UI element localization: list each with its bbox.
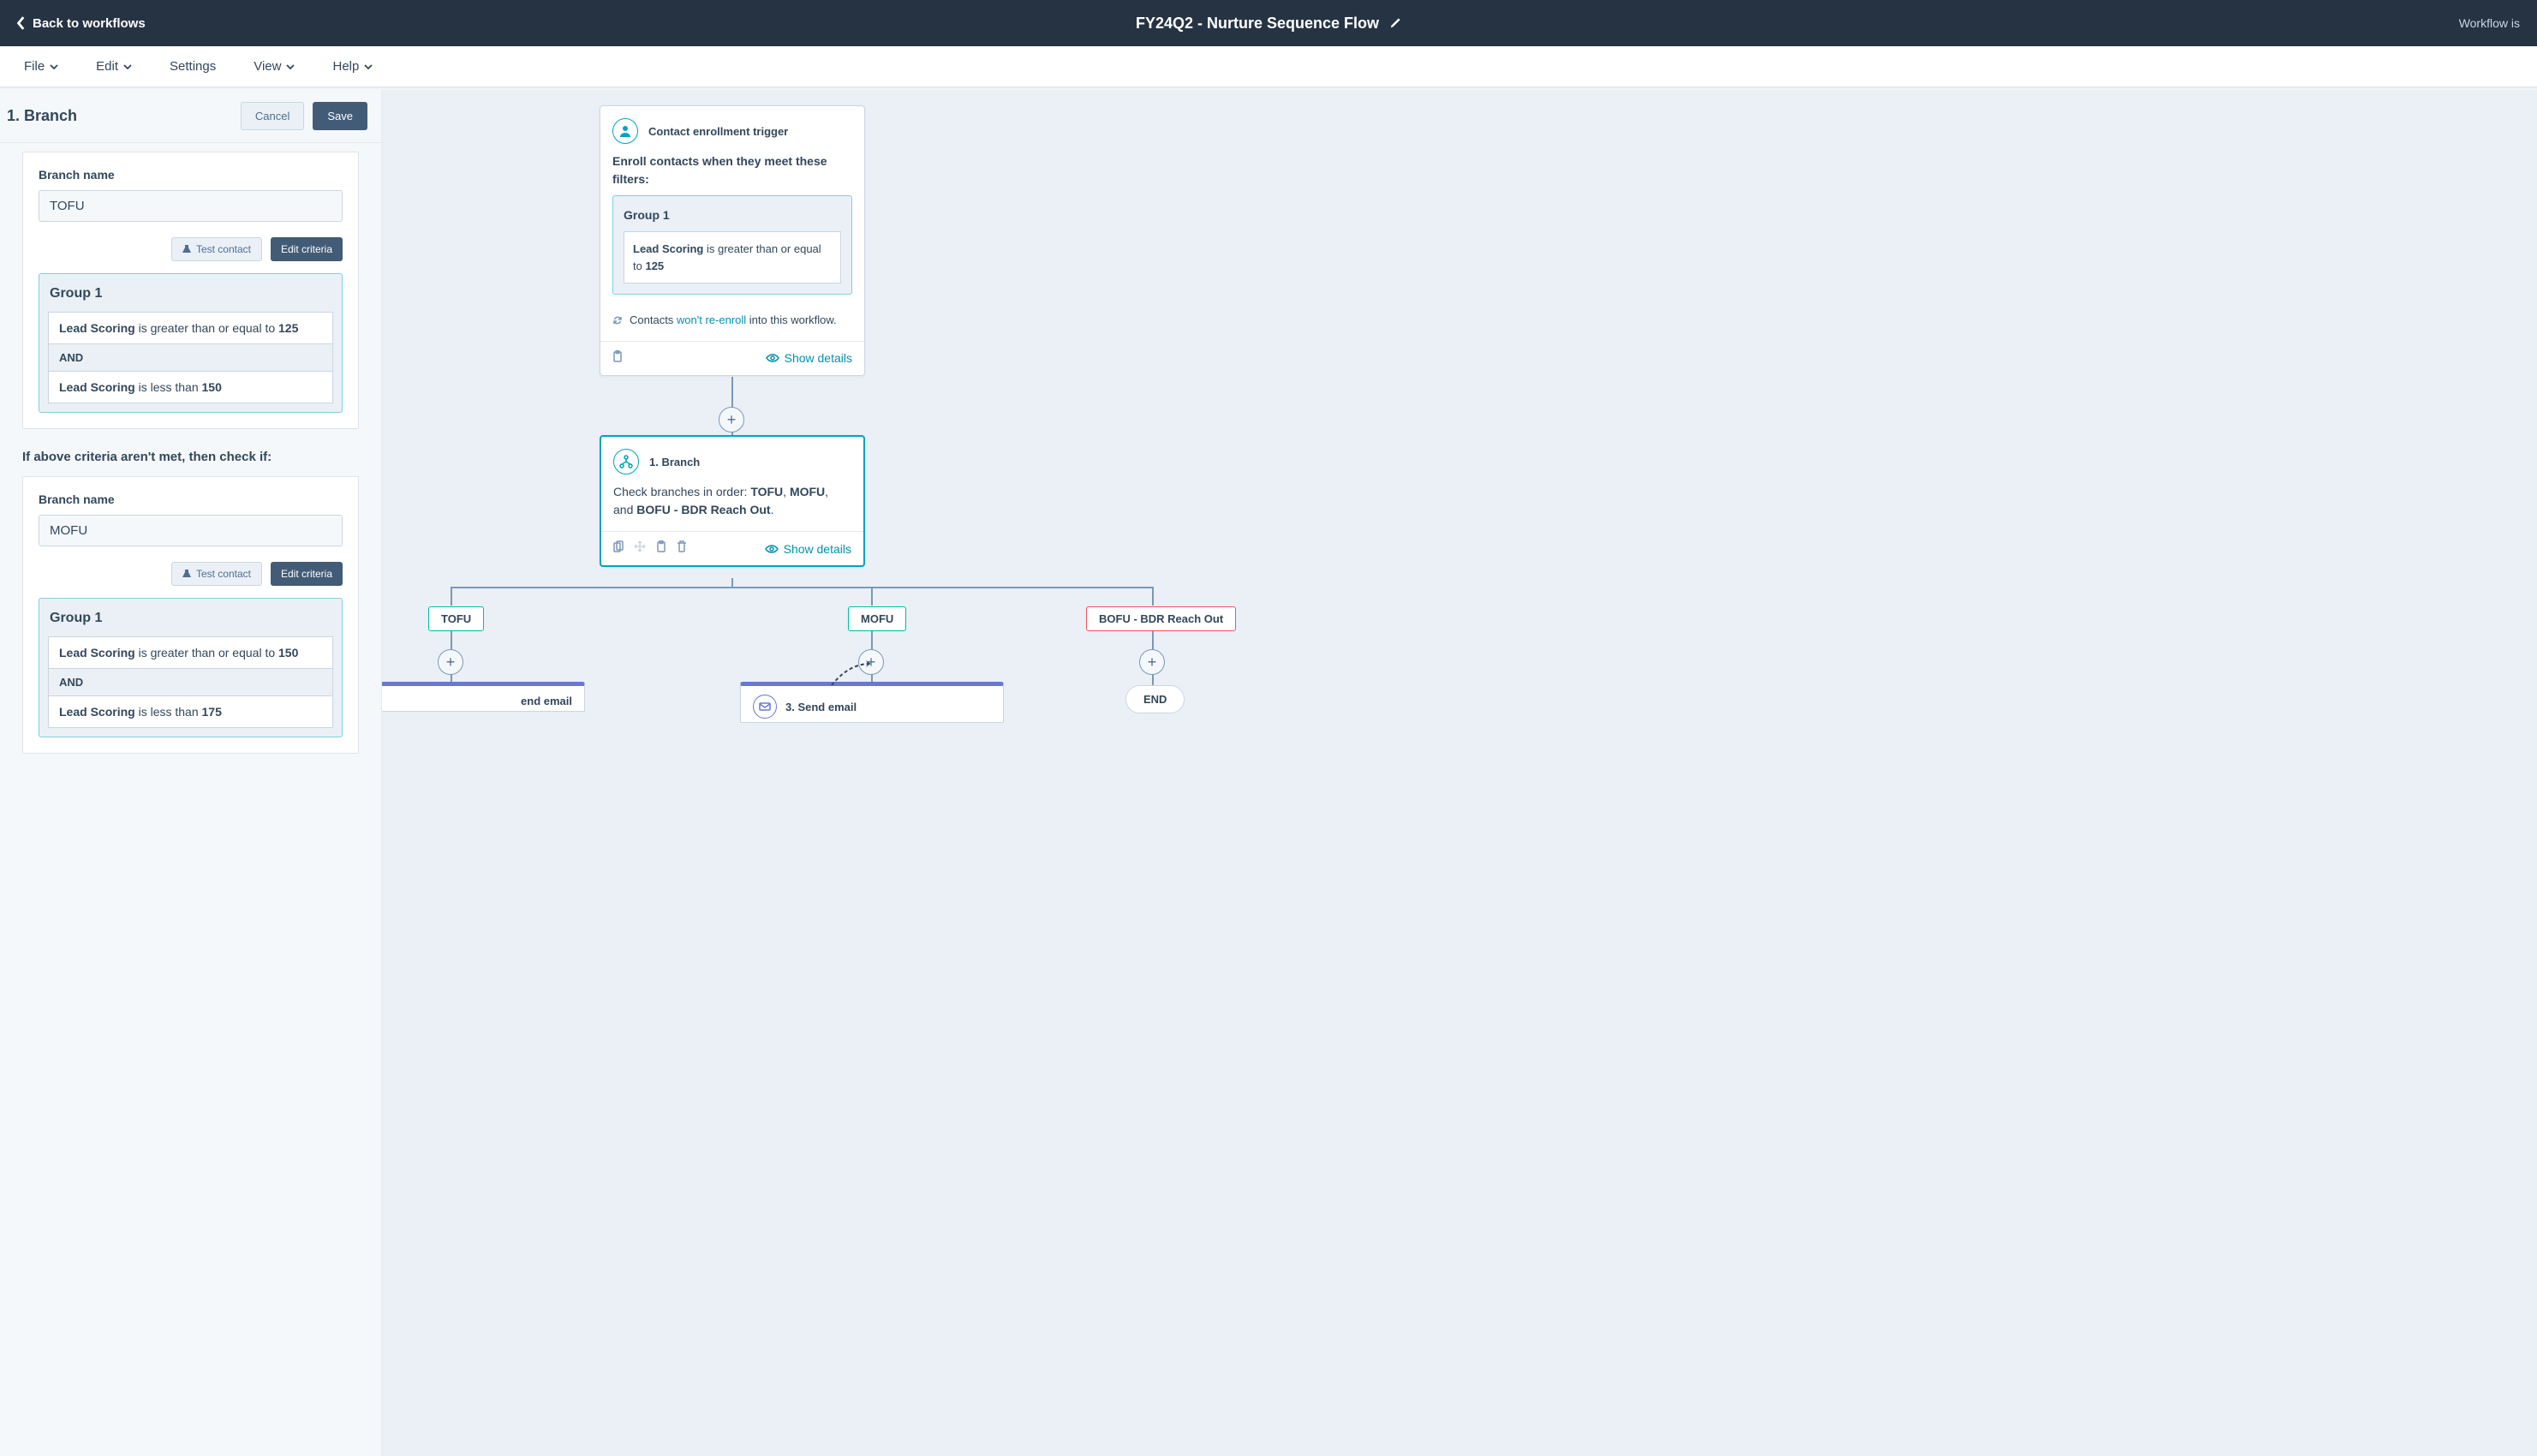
refresh-icon [612,315,623,325]
side-panel: 1. Branch Cancel Save First, check if: B… [0,90,382,1456]
node-title: Contact enrollment trigger [648,125,788,138]
branch-card-mofu: Branch name Test contact Edit criteria G… [22,476,359,754]
chevron-down-icon [364,64,373,69]
add-step-button[interactable]: + [719,407,744,433]
move-icon[interactable] [634,540,646,557]
menu-view[interactable]: View [254,59,295,74]
section-label-else: If above criteria aren't met, then check… [22,450,359,464]
email-node-left[interactable]: end email [382,682,585,712]
filter-group: Group 1 Lead Scoring is greater than or … [612,195,852,295]
trigger-node[interactable]: Contact enrollment trigger Enroll contac… [600,105,865,376]
branch-name-label: Branch name [39,492,343,506]
edit-criteria-button[interactable]: Edit criteria [271,562,343,586]
test-contact-button[interactable]: Test contact [171,237,262,261]
workflow-status: Workflow is [2459,16,2520,30]
and-row: AND [48,344,333,371]
save-button[interactable]: Save [313,102,367,130]
criteria-row[interactable]: Lead Scoring is less than 175 [48,695,333,728]
menu-file[interactable]: File [24,59,58,74]
branch-name-input-mofu[interactable] [39,515,343,546]
cancel-button[interactable]: Cancel [241,102,304,130]
criteria-group-tofu: Group 1 Lead Scoring is greater than or … [39,273,343,413]
and-row: AND [48,669,333,695]
branch-node[interactable]: 1. Branch Check branches in order: TOFU,… [600,435,865,567]
back-text: Back to workflows [33,16,146,31]
menu-edit[interactable]: Edit [96,59,132,74]
add-step-button[interactable]: + [438,649,463,675]
email-node-right[interactable]: 3. Send email [740,682,1004,723]
branch-label-bofu[interactable]: BOFU - BDR Reach Out [1086,606,1236,631]
flask-icon [182,245,191,254]
chevron-down-icon [123,64,132,69]
add-step-button[interactable]: + [858,649,884,675]
criteria-group-mofu: Group 1 Lead Scoring is greater than or … [39,598,343,737]
panel-header: 1. Branch Cancel Save [0,90,381,143]
add-step-button[interactable]: + [1139,649,1165,675]
chevron-left-icon [17,16,26,30]
criteria-row[interactable]: Lead Scoring is greater than or equal to… [48,636,333,669]
end-node[interactable]: END [1125,685,1185,713]
panel-title: 1. Branch [7,107,77,125]
filter-row: Lead Scoring is greater than or equal to… [624,231,841,283]
clipboard-icon[interactable] [612,350,623,367]
chevron-down-icon [50,64,58,69]
menu-bar: File Edit Settings View Help [0,46,2537,87]
pencil-icon[interactable] [1389,17,1401,29]
connector-line [451,587,452,606]
test-contact-button[interactable]: Test contact [171,562,262,586]
group-title: Group 1 [48,611,333,626]
clipboard-icon[interactable] [656,540,666,557]
branch-icon [613,449,639,474]
copy-icon[interactable] [613,540,624,557]
panel-body[interactable]: First, check if: Branch name Test contac… [0,143,381,771]
eye-icon [765,545,779,553]
page-title: FY24Q2 - Nurture Sequence Flow [1136,15,1379,33]
email-icon [753,695,777,719]
connector-line [1152,587,1154,606]
branch-label-tofu[interactable]: TOFU [428,606,484,631]
top-bar: Back to workflows FY24Q2 - Nurture Seque… [0,0,2537,46]
menu-help[interactable]: Help [332,59,373,74]
connector-line [871,587,873,606]
contact-icon [612,118,638,144]
show-details-link[interactable]: Show details [765,542,851,556]
show-details-link[interactable]: Show details [766,351,852,365]
branch-card-tofu: Branch name Test contact Edit criteria G… [22,152,359,429]
trash-icon[interactable] [677,540,687,557]
menu-settings[interactable]: Settings [170,59,216,74]
reenroll-link[interactable]: won't re-enroll [677,313,746,326]
flask-icon [182,570,191,578]
criteria-row[interactable]: Lead Scoring is greater than or equal to… [48,312,333,344]
back-link[interactable]: Back to workflows [17,16,146,31]
branch-description: Check branches in order: TOFU, MOFU, and… [601,483,863,531]
edit-criteria-button[interactable]: Edit criteria [271,237,343,261]
page-title-wrap: FY24Q2 - Nurture Sequence Flow [1136,15,1401,33]
trigger-subtitle: Enroll contacts when they meet these fil… [612,152,852,188]
group-label: Group 1 [624,206,841,224]
branch-name-input-tofu[interactable] [39,190,343,222]
eye-icon [766,354,779,362]
criteria-row[interactable]: Lead Scoring is less than 150 [48,371,333,403]
chevron-down-icon [286,64,295,69]
branch-name-label: Branch name [39,168,343,182]
group-title: Group 1 [48,286,333,301]
connector-line [731,578,733,587]
workflow-canvas[interactable]: Contact enrollment trigger Enroll contac… [382,90,2537,1456]
node-title: 1. Branch [649,456,700,468]
branch-label-mofu[interactable]: MOFU [848,606,906,631]
reenroll-text: Contacts won't re-enroll into this workf… [612,312,852,329]
connector-line [451,587,1153,588]
